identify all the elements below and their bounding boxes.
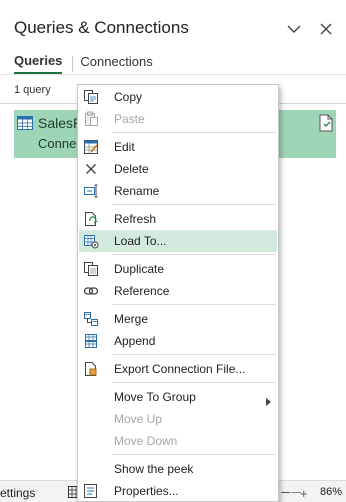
- menu-item-label: Move Up: [114, 412, 163, 426]
- edit-icon: [83, 139, 99, 155]
- menu-item-label: Properties...: [114, 484, 179, 498]
- menu-separator: [112, 354, 276, 355]
- menu-item-delete[interactable]: Delete: [79, 158, 277, 180]
- menu-item-load-to[interactable]: Load To...: [79, 230, 277, 252]
- menu-item-label: Rename: [114, 184, 160, 198]
- tab-divider: [72, 55, 74, 72]
- menu-item-paste: Paste: [79, 108, 277, 130]
- reference-icon: [83, 283, 99, 299]
- menu-item-label: Paste: [114, 112, 145, 126]
- context-menu: Copy Paste Edit Delete Rename Refresh Lo…: [77, 84, 279, 502]
- menu-item-move-down: Move Down: [79, 430, 277, 452]
- chevron-down-icon[interactable]: [285, 20, 303, 38]
- menu-item-merge[interactable]: Merge: [79, 308, 277, 330]
- export-icon: [83, 361, 99, 377]
- menu-item-move-to-group[interactable]: Move To Group: [79, 386, 277, 408]
- menu-item-label: Append: [114, 334, 156, 348]
- document-icon[interactable]: [318, 114, 334, 137]
- menu-item-show-the-peek[interactable]: Show the peek: [79, 458, 277, 480]
- menu-separator: [112, 204, 276, 205]
- menu-separator: [112, 304, 276, 305]
- menu-item-edit[interactable]: Edit: [79, 136, 277, 158]
- menu-item-copy[interactable]: Copy: [79, 86, 277, 108]
- refresh-icon: [83, 211, 99, 227]
- menu-item-label: Duplicate: [114, 262, 165, 276]
- query-count: 1 query: [14, 84, 51, 96]
- tabs-divider: [0, 74, 346, 75]
- zoom-in-button[interactable]: +: [300, 486, 308, 501]
- menu-item-label: Show the peek: [114, 462, 194, 476]
- delete-icon: [83, 161, 99, 177]
- status-settings-text: ettings: [0, 486, 36, 500]
- menu-item-label: Delete: [114, 162, 149, 176]
- zoom-level[interactable]: 86%: [320, 486, 342, 498]
- duplicate-icon: [83, 261, 99, 277]
- menu-item-label: Merge: [114, 312, 149, 326]
- menu-item-label: Edit: [114, 140, 135, 154]
- menu-item-export-connection-file[interactable]: Export Connection File...: [79, 358, 277, 380]
- menu-item-label: Move To Group: [114, 390, 196, 404]
- tab-bar: Queries Connections: [14, 53, 153, 74]
- table-icon: [17, 116, 33, 135]
- menu-separator: [112, 132, 276, 133]
- menu-separator: [112, 382, 276, 383]
- menu-item-duplicate[interactable]: Duplicate: [79, 258, 277, 280]
- load-to-icon: [83, 233, 99, 249]
- close-icon[interactable]: [317, 20, 335, 38]
- properties-icon: [83, 483, 99, 499]
- menu-separator: [112, 454, 276, 455]
- menu-item-reference[interactable]: Reference: [79, 280, 277, 302]
- pane-title: Queries & Connections: [14, 18, 189, 37]
- menu-separator: [112, 254, 276, 255]
- menu-item-label: Load To...: [114, 234, 167, 248]
- zoom-out-button[interactable]: [281, 492, 290, 493]
- tab-queries[interactable]: Queries: [14, 53, 63, 74]
- menu-item-refresh[interactable]: Refresh: [79, 208, 277, 230]
- menu-item-move-up: Move Up: [79, 408, 277, 430]
- menu-item-label: Export Connection File...: [114, 362, 246, 376]
- append-icon: [83, 333, 99, 349]
- menu-item-append[interactable]: Append: [79, 330, 277, 352]
- menu-item-properties[interactable]: Properties...: [79, 480, 277, 502]
- tab-connections[interactable]: Connections: [80, 54, 152, 73]
- query-status: Conne: [38, 136, 77, 151]
- menu-item-label: Refresh: [114, 212, 157, 226]
- merge-icon: [83, 311, 99, 327]
- menu-item-label: Move Down: [114, 434, 178, 448]
- copy-icon: [83, 89, 99, 105]
- menu-item-rename[interactable]: Rename: [79, 180, 277, 202]
- menu-item-label: Reference: [114, 284, 170, 298]
- paste-icon: [83, 111, 99, 127]
- menu-item-label: Copy: [114, 90, 143, 104]
- rename-icon: [83, 183, 99, 199]
